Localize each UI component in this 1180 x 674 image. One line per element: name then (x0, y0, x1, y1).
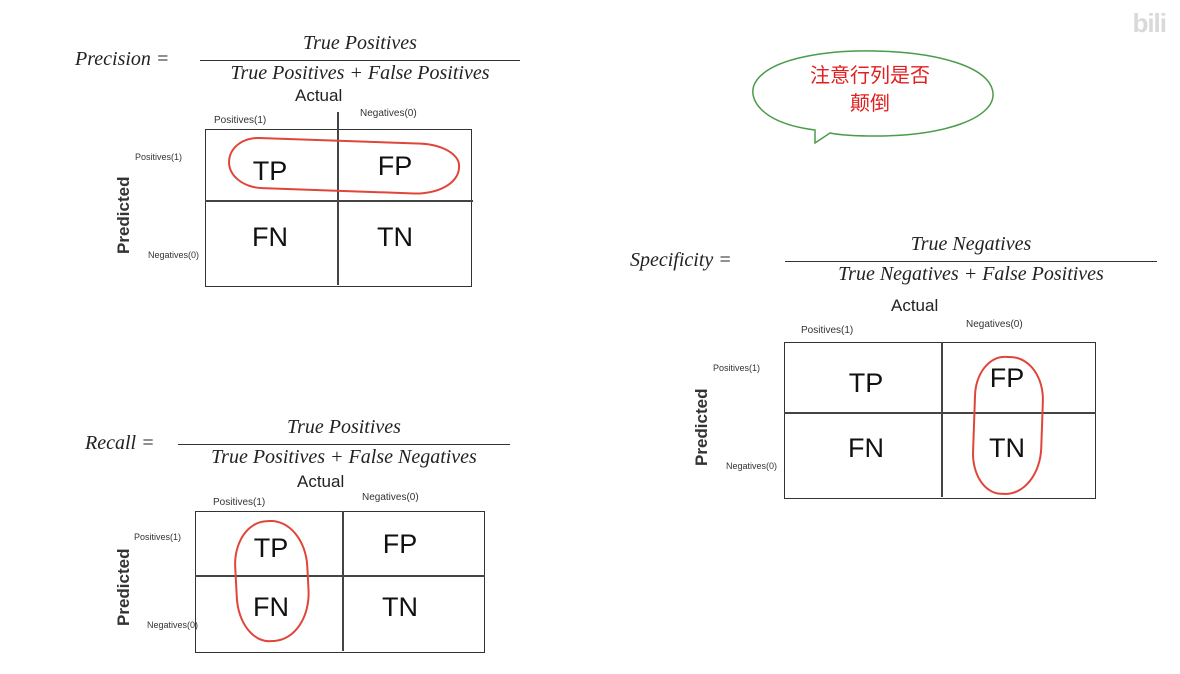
precision-denominator: True Positives + False Positives (230, 62, 490, 84)
matrix-row-divider (784, 412, 1096, 414)
recall-numerator: True Positives (287, 416, 401, 438)
specificity-denominator: True Negatives + False Positives (838, 263, 1104, 285)
actual-label: Actual (295, 86, 343, 105)
recall-fraction-bar (178, 444, 510, 445)
column-label-positives: Positives(1) (214, 115, 267, 126)
note-speech-bubble: 注意行列是否 颠倒 (745, 48, 1000, 148)
column-label-positives: Positives(1) (213, 497, 266, 508)
actual-label: Actual (297, 472, 345, 491)
precision-highlight-circle (227, 135, 461, 197)
cell-tn: TN (382, 592, 418, 622)
matrix-column-divider (342, 511, 344, 651)
row-label-negatives: Negatives(0) (147, 620, 199, 630)
predicted-label: Predicted (114, 176, 133, 254)
column-label-negatives: Negatives(0) (362, 492, 419, 503)
precision-lhs: Precision = (75, 48, 170, 70)
specificity-fraction-bar (785, 261, 1157, 262)
note-text: 注意行列是否 颠倒 (745, 62, 995, 118)
recall-denominator: True Positives + False Negatives (211, 446, 477, 468)
row-label-positives: Positives(1) (135, 152, 183, 162)
precision-numerator: True Positives (303, 32, 417, 54)
predicted-label: Predicted (692, 388, 711, 466)
column-label-negatives: Negatives(0) (360, 108, 417, 119)
cell-fp: FP (382, 529, 418, 559)
cell-tp: TP (848, 368, 884, 398)
column-label-negatives: Negatives(0) (966, 319, 1023, 330)
row-label-positives: Positives(1) (134, 532, 182, 542)
matrix-column-divider (337, 112, 339, 285)
bilibili-watermark: bili (1132, 8, 1167, 38)
matrix-grid (784, 342, 1096, 499)
cell-tn: TN (377, 222, 413, 252)
cell-fn: FN (252, 222, 288, 252)
column-label-positives: Positives(1) (801, 325, 854, 336)
row-label-positives: Positives(1) (713, 363, 761, 373)
row-label-negatives: Negatives(0) (726, 461, 778, 471)
precision-fraction-bar (200, 60, 520, 61)
specificity-numerator: True Negatives (910, 233, 1032, 255)
note-line-2: 颠倒 (850, 93, 890, 115)
actual-label: Actual (891, 296, 939, 315)
matrix-row-divider (205, 200, 473, 202)
recall-lhs: Recall = (85, 432, 155, 454)
specificity-highlight-circle (970, 354, 1046, 497)
matrix-column-divider (941, 342, 943, 497)
row-label-negatives: Negatives(0) (148, 250, 200, 260)
cell-fn: FN (848, 433, 884, 463)
note-line-1: 注意行列是否 (810, 65, 930, 87)
specificity-lhs: Specificity = (630, 249, 732, 271)
predicted-label: Predicted (114, 548, 133, 626)
